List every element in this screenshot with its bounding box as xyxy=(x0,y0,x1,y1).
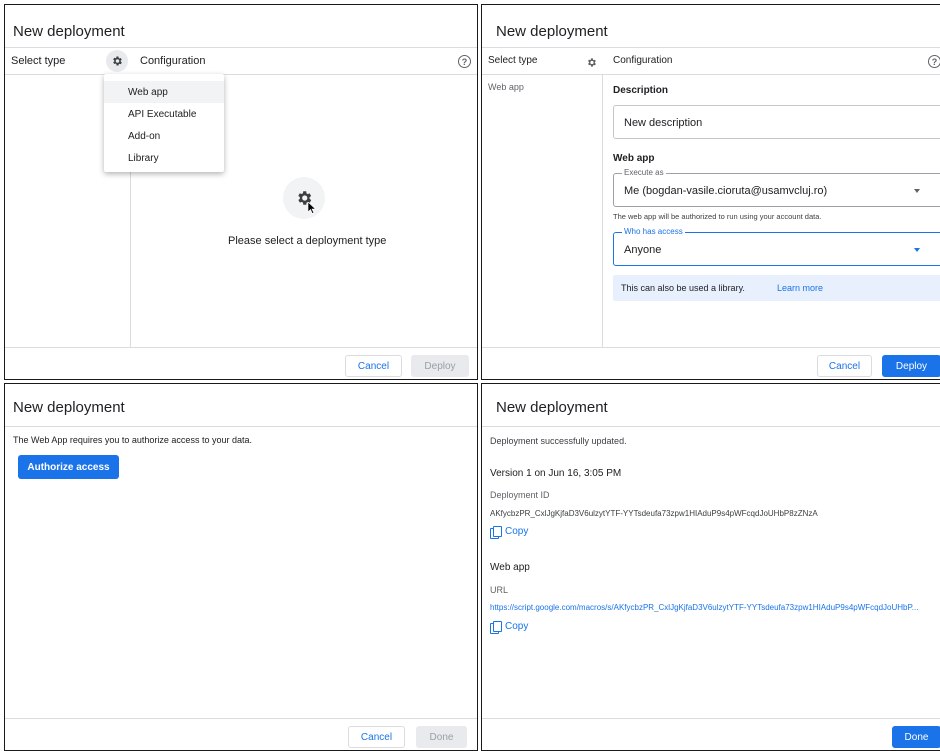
copy-label: Copy xyxy=(505,621,529,632)
gear-icon[interactable] xyxy=(106,50,128,72)
divider xyxy=(5,347,477,348)
configuration-label: Configuration xyxy=(140,55,206,67)
deploy-button[interactable]: Deploy xyxy=(411,355,469,377)
version-label: Version 1 on Jun 16, 3:05 PM xyxy=(490,468,622,479)
dialog-title: New deployment xyxy=(496,399,608,416)
menu-item-web-app[interactable]: Web app xyxy=(104,81,224,103)
url-label: URL xyxy=(490,585,509,595)
copy-url-button[interactable]: Copy xyxy=(490,621,529,634)
description-input[interactable]: New description xyxy=(613,105,940,139)
learn-more-link[interactable]: Learn more xyxy=(777,283,823,293)
done-button[interactable]: Done xyxy=(892,726,940,748)
description-label: Description xyxy=(613,85,669,96)
authorize-access-button[interactable]: Authorize access xyxy=(18,455,119,479)
divider xyxy=(5,718,477,719)
webapp-url-link[interactable]: https://script.google.com/macros/s/AKfyc… xyxy=(490,603,918,612)
execute-as-legend: Execute as xyxy=(622,168,666,177)
deployment-dialog-configuration: New deployment Select type Configuration… xyxy=(481,4,940,380)
execute-as-value: Me (bogdan-vasile.cioruta@usamvcluj.ro) xyxy=(624,185,828,197)
copy-deployment-id-button[interactable]: Copy xyxy=(490,526,529,539)
cancel-button[interactable]: Cancel xyxy=(817,355,872,377)
execute-as-helper: The web app will be authorized to run us… xyxy=(613,212,822,221)
deployment-type-menu: Web app API Executable Add-on Library xyxy=(104,74,224,172)
dialog-title: New deployment xyxy=(496,23,608,40)
who-has-access-legend: Who has access xyxy=(622,227,685,236)
status-message: Deployment successfully updated. xyxy=(490,436,627,446)
menu-item-library[interactable]: Library xyxy=(104,147,224,169)
webapp-section-label: Web app xyxy=(613,153,655,164)
divider xyxy=(482,347,940,348)
authorize-message: The Web App requires you to authorize ac… xyxy=(13,435,252,445)
divider xyxy=(5,426,477,427)
menu-item-add-on[interactable]: Add-on xyxy=(104,125,224,147)
chevron-down-icon xyxy=(914,248,920,252)
gear-icon[interactable] xyxy=(586,55,597,73)
deployment-dialog-select-type: New deployment Select type Configuration… xyxy=(4,4,478,380)
help-icon[interactable]: ? xyxy=(458,55,471,68)
cancel-button[interactable]: Cancel xyxy=(345,355,402,377)
deployment-dialog-success: New deployment Deployment successfully u… xyxy=(481,383,940,751)
chevron-down-icon xyxy=(914,189,920,193)
divider xyxy=(5,74,477,75)
cancel-button[interactable]: Cancel xyxy=(348,726,405,748)
deployment-id-label: Deployment ID xyxy=(490,490,550,500)
configuration-label: Configuration xyxy=(613,55,673,66)
divider xyxy=(482,47,940,48)
done-button[interactable]: Done xyxy=(416,726,467,748)
library-note: This can also be used a library. xyxy=(621,283,745,293)
deployment-id-value: AKfycbzPR_CxlJgKjfaD3V6ulzytYTF-YYTsdeuf… xyxy=(490,509,818,518)
cursor-icon xyxy=(307,201,317,219)
help-icon[interactable]: ? xyxy=(928,55,940,68)
deploy-button[interactable]: Deploy xyxy=(882,355,940,377)
copy-icon xyxy=(490,621,502,634)
copy-icon xyxy=(490,526,502,539)
description-placeholder: New description xyxy=(624,117,703,129)
gear-icon xyxy=(283,177,325,219)
menu-item-api-executable[interactable]: API Executable xyxy=(104,103,224,125)
divider xyxy=(5,47,477,48)
dialog-title: New deployment xyxy=(13,399,125,416)
divider xyxy=(602,74,603,347)
type-list-item-web-app[interactable]: Web app xyxy=(488,82,524,92)
divider xyxy=(482,426,940,427)
empty-state-message: Please select a deployment type xyxy=(228,235,387,247)
select-type-label: Select type xyxy=(488,55,538,66)
execute-as-select[interactable]: Execute as Me (bogdan-vasile.cioruta@usa… xyxy=(613,168,940,207)
divider xyxy=(482,74,940,75)
divider xyxy=(482,718,940,719)
who-has-access-value: Anyone xyxy=(624,244,662,256)
select-type-label: Select type xyxy=(11,55,66,67)
dialog-title: New deployment xyxy=(13,23,125,40)
library-info-banner: This can also be used a library. Learn m… xyxy=(613,275,940,301)
deployment-dialog-authorize: New deployment The Web App requires you … xyxy=(4,383,478,751)
webapp-section-label: Web app xyxy=(490,562,530,573)
who-has-access-select[interactable]: Who has access Anyone xyxy=(613,227,940,266)
copy-label: Copy xyxy=(505,526,529,537)
